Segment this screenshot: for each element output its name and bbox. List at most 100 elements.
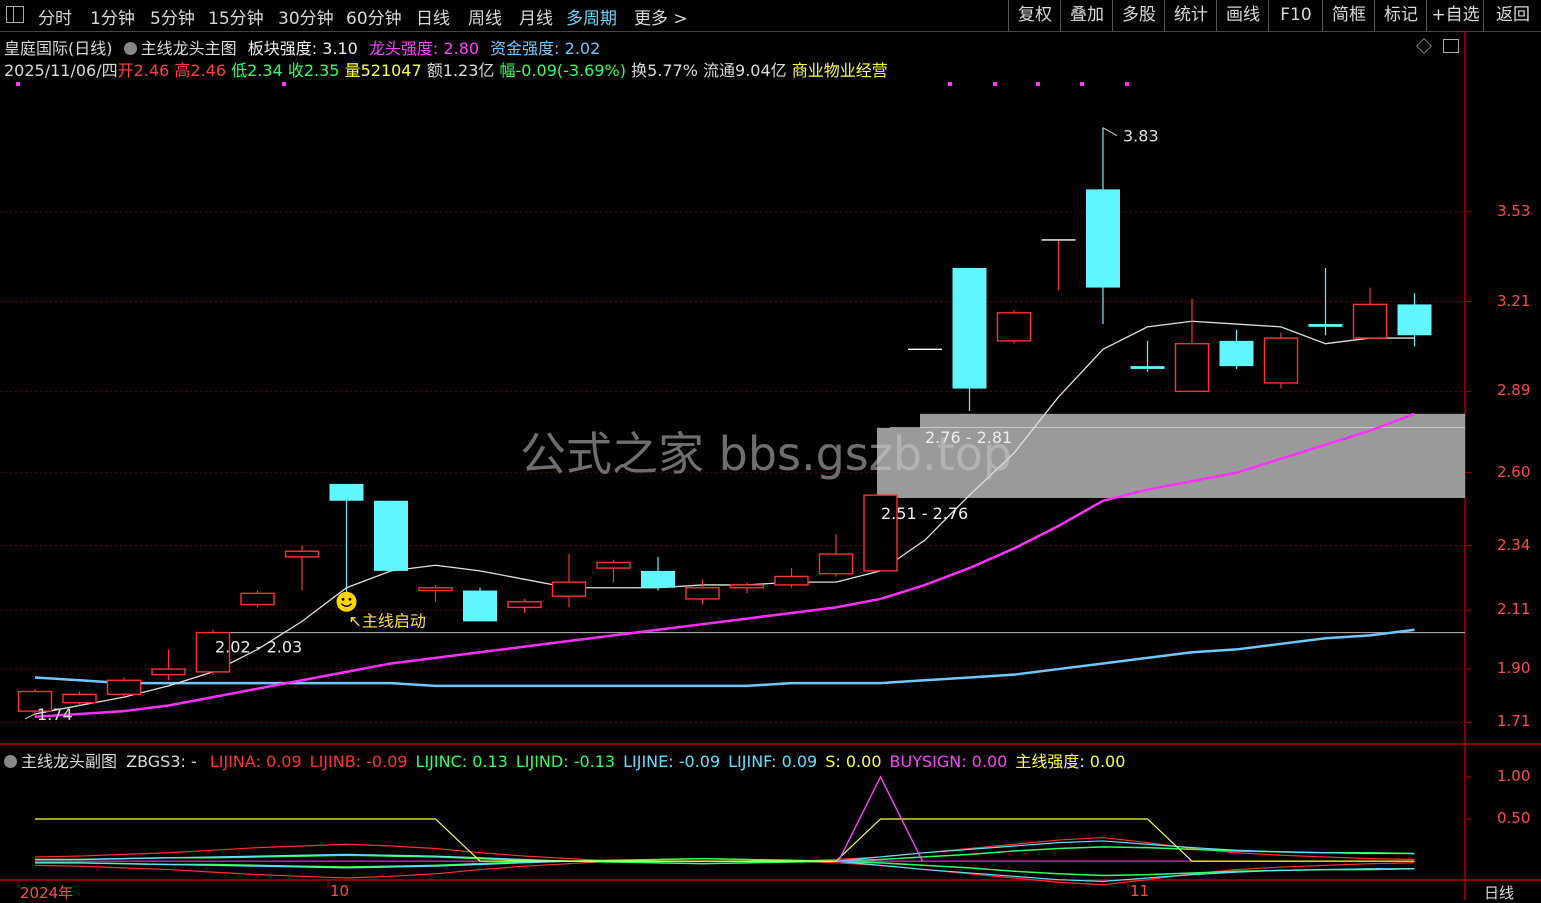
diamond-icon[interactable] [1416,38,1432,54]
main-chart-header: 皇庭国际(日线) 主线龙头主图 板块强度: 3.10 龙头强度: 2.80 资金… [4,35,600,59]
sub-line-s [35,818,1415,862]
period-tab-3[interactable]: 15分钟 [208,4,264,29]
price-tick-label-3: 2.60 [1497,462,1531,481]
sub-tick-label-1: 0.50 [1497,809,1531,827]
price-tick-label-4: 2.34 [1497,535,1531,554]
signal-dot-6 [1125,82,1129,86]
toolbar-button-5[interactable]: F10 [1268,0,1323,31]
change-value: 幅-0.09(-3.69%) [499,61,626,80]
volume-value: 521047 [360,61,422,80]
sub-indicator-settings-icon[interactable] [4,755,17,768]
candle-body-21 [952,267,987,389]
toolbar-button-4[interactable]: 画线 [1216,0,1269,31]
smiley-mouth [341,603,352,607]
period-tab-5[interactable]: 60分钟 [346,4,402,29]
buysign-mark [837,775,924,862]
fund-strength-value: 2.02 [564,39,601,58]
toolbar-button-8[interactable]: +自选 [1426,0,1484,31]
smiley-icon [336,591,357,612]
amount-value: 额1.23亿 [426,61,495,80]
indicator-settings-icon[interactable] [123,42,137,55]
sub-chart-header: 主线龙头副图 ZBGS3: - LIJINA: 0.09 LIJINB: -0.0… [4,748,1125,772]
toolbar-button-6[interactable]: 简框 [1322,0,1375,31]
low-value: 2.34 [247,61,283,80]
leader-strength-value: 2.80 [443,39,480,58]
sub-indicator-value-2: LIJINC: 0.13 [415,752,508,771]
candle-body-30 [1352,303,1388,339]
period-tab-9[interactable]: 多周期 [566,4,617,29]
float-value: 流通9.04亿 [703,61,787,80]
period-tab-7[interactable]: 周线 [468,4,502,29]
candle-body-22 [996,312,1032,342]
open-label: 开 [117,61,134,80]
candle-body-17 [774,575,809,586]
candle-body-7 [329,483,364,501]
sector-strength-label: 板块强度: [247,39,318,58]
smiley-eye-right [348,597,352,601]
price-tick-label-2: 2.89 [1497,381,1531,400]
volume-label: 量 [344,61,361,80]
leader-strength-label: 龙头强度: [368,39,439,58]
candle-body-19 [863,494,898,572]
candle-body-15 [685,587,720,600]
period-tab-10[interactable]: 更多 > [634,4,688,29]
candle-body-8 [374,500,408,571]
candle-body-27 [1219,340,1254,367]
sub-indicator-value-7: BUYSIGN: 0.00 [889,752,1008,771]
industry-value[interactable]: 商业物业经营 [792,61,888,80]
zone-label-bottom: 2.02 - 2.03 [215,638,302,657]
candle-body-16 [729,584,765,589]
sub-indicator-value-8: 主线强度: 0.00 [1015,752,1126,771]
period-tab-0[interactable]: 分时 [38,4,72,29]
candle-body-13 [596,561,631,569]
sub-indicator-value-4: LIJINE: -0.09 [623,752,721,771]
high-marker-pointer [1102,127,1118,137]
ma-long-line [34,628,1415,688]
start-signal-label: ↖主线启动 [349,612,426,631]
sub-indicator-name[interactable]: 主线龙头副图 [21,752,117,771]
toolbar-button-3[interactable]: 统计 [1164,0,1217,31]
toolbar-button-1[interactable]: 叠加 [1060,0,1113,31]
quote-line: 2025/11/06/四开2.46 高2.46 低2.34 收2.35 量521… [4,57,888,81]
candle-body-1 [62,693,97,704]
candle-body-26 [1174,342,1210,393]
date-label-2: 11 [1130,882,1150,900]
period-tab-1[interactable]: 1分钟 [90,4,135,29]
sub-line-red [34,836,1415,865]
sidebar-toggle-icon[interactable] [6,6,24,23]
signal-dot-3 [993,82,997,86]
zbgs-value: ZBGS3: - [126,752,197,771]
close-label: 收 [287,61,304,80]
main-indicator-name[interactable]: 主线龙头主图 [141,39,237,58]
candle-body-11 [507,601,542,609]
panel-icon[interactable] [1443,39,1459,53]
toolbar-button-0[interactable]: 复权 [1008,0,1061,31]
toolbar-button-7[interactable]: 标记 [1374,0,1427,31]
sub-indicator-value-1: LIJINB: -0.09 [309,752,408,771]
price-tick-label-6: 1.90 [1497,659,1531,678]
candle-body-9 [418,587,453,592]
period-tab-4[interactable]: 30分钟 [278,4,334,29]
price-tick-label-7: 1.71 [1497,712,1531,731]
sub-indicator-value-6: S: 0.00 [825,752,882,771]
candle-body-12 [551,581,587,597]
fund-strength-label: 资金强度: [490,39,560,58]
sub-line-green [35,846,1415,865]
sub-indicator-value-3: LIJIND: -0.13 [515,752,616,771]
toolbar-button-9[interactable]: 返回 [1483,0,1541,31]
toolbar-button-2[interactable]: 多股 [1112,0,1165,31]
close-value: 2.35 [303,61,340,80]
candle-body-29 [1308,324,1343,327]
period-tab-2[interactable]: 5分钟 [150,4,195,29]
signal-dot-4 [1036,82,1040,86]
candle-body-31 [1397,304,1432,336]
turnover-value: 换5.77% [631,61,698,80]
price-tick-label-5: 2.11 [1497,600,1531,619]
period-toolbar: 分时 1分钟 5分钟 15分钟 30分钟 60分钟 日线 周线 月线 多周期 更多 > 复权 叠加 多股… [0,0,1541,32]
low-marker-pointer [24,713,36,720]
period-tab-8[interactable]: 月线 [519,4,553,29]
sub-line-red-neg [34,858,1415,886]
candle-body-18 [818,553,854,575]
period-tab-6[interactable]: 日线 [416,4,450,29]
price-tick-label-1: 3.21 [1497,291,1531,310]
